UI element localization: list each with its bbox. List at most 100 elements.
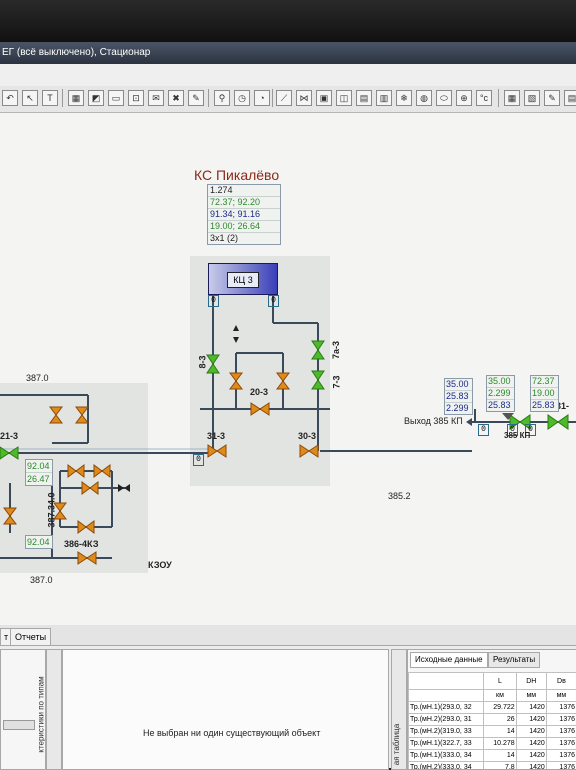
tab-source-data[interactable]: Исходные данные [410,652,488,668]
valve-tool-icon[interactable]: ⋈ [296,90,312,106]
pipe-preview-icon [3,720,35,730]
table-row[interactable]: Тр.(мН.2)(319.0, 33 14 1420 1376 [409,726,576,738]
unit-cell: мм [516,690,546,702]
grid-icon[interactable]: ▦ [68,90,84,106]
toolbar-separator [62,89,63,107]
valve-label-7-3: 7-3 [332,375,342,388]
param-2: 91.34; 91.16 [208,208,280,220]
tab-results[interactable]: Результаты [488,652,540,668]
row-name-cell: Тр.(мН.2)(319.0, 33 [409,726,484,738]
timer-icon[interactable]: ◔ [254,90,270,106]
zero-marker: 0 [193,454,204,466]
compressor-shop[interactable]: КЦ 3 [208,263,278,295]
valve-label-8-3: 8-3 [198,355,208,368]
chart-icon[interactable]: ▧ [524,90,540,106]
header-cell [409,673,484,690]
mail-icon[interactable]: ✉ [148,90,164,106]
left-value-box-2: 92.04 [25,535,53,549]
row-name-cell: Тр.(мН.2)(293.0, 31 [409,714,484,726]
rb1-v2: 25.83 [445,390,472,402]
window-title: ЕГ (всё выключено), Стационар [0,47,150,58]
pipette-icon[interactable]: ⚲ [214,90,230,106]
right-value-box-1: 35.00 25.83 2.299 [444,378,473,415]
clock-icon[interactable]: ◷ [234,90,250,106]
object-panel: Не выбран ни один существующий объект [62,649,389,770]
row-length-cell: 29.722 [484,702,516,714]
row-dn-cell: 1420 [516,738,546,750]
temperature-icon[interactable]: °c [476,90,492,106]
node-tool-icon[interactable]: ◫ [336,90,352,106]
row-dv-cell: 1376 [546,738,576,750]
text-tool-icon[interactable]: T [42,90,58,106]
row-dn-cell: 1420 [516,726,546,738]
undo-icon[interactable]: ↶ [2,90,18,106]
shop-label: КЦ 3 [227,272,259,288]
rb3-v2: 19.00 [531,387,558,399]
row-dn-cell: 1420 [516,702,546,714]
left-value-c: 92.04 [26,536,52,548]
table-row[interactable]: Тр.(мН.1)(293.0, 32 29.722 1420 1376 [409,702,576,714]
toolbar-separator [498,89,499,107]
row-length-cell: 7.8 [484,762,516,770]
rb1-v1: 35.00 [445,379,472,390]
rb1-v3: 2.299 [445,402,472,414]
edit-green-icon[interactable]: ✎ [544,90,560,106]
table-row[interactable]: Тр.(мН.1)(322.7, 33 10.278 1420 1376 [409,738,576,750]
unit-cell [409,690,484,702]
tab-reports[interactable]: Отчеты [10,628,51,646]
level-387-top: 387.0 [26,373,49,383]
row-dn-cell: 1420 [516,750,546,762]
header-cell: L [484,673,516,690]
param-pressure: 1.274 [208,185,280,196]
layers-icon[interactable]: ▤ [564,90,576,106]
param-1: 72.37; 92.20 [208,196,280,208]
cursor-icon[interactable]: ↖ [22,90,38,106]
source-tool-icon[interactable]: ▤ [356,90,372,106]
valve-label-30-3: 30-3 [298,431,316,441]
compressor-tool-icon[interactable]: ▣ [316,90,332,106]
rb2-v1: 35.00 [487,376,514,387]
pipe-tool-icon[interactable]: ⟋ [276,90,292,106]
schematic-canvas[interactable]: КС Пикалёво 1.274 72.37; 92.20 91.34; 91… [0,113,576,625]
sink-tool-icon[interactable]: ▥ [376,90,392,106]
object-icon[interactable]: ▭ [108,90,124,106]
link-icon[interactable]: ⊡ [128,90,144,106]
monitor-bezel [0,0,576,42]
rb2-v2: 2.299 [487,387,514,399]
cooler-tool-icon[interactable]: ❄ [396,90,412,106]
left-value-b: 26.47 [26,472,52,485]
row-length-cell: 14 [484,726,516,738]
unit-cell: мм [546,690,576,702]
valve-label-385-kp: 385 КП [504,431,530,440]
row-length-cell: 14 [484,750,516,762]
left-value-a: 92.04 [26,460,52,472]
exit-label: Выход 385 КП [404,416,463,426]
exit-arrow-icon [466,418,472,426]
table-row[interactable]: Тр.(мН.2)(333.0, 34 7.8 1420 1376 [409,762,576,770]
row-name-cell: Тр.(мН.1)(293.0, 32 [409,702,484,714]
valve-label-21-3: 21-3 [0,431,18,441]
regulator-tool-icon[interactable]: ⊕ [456,90,472,106]
area-label: КЗОУ [148,560,172,570]
row-length-cell: 10.278 [484,738,516,750]
delete-icon[interactable]: ✖ [168,90,184,106]
side-tab[interactable]: ктеристики по типам [46,649,62,770]
table-row[interactable]: Тр.(мН.1)(333.0, 34 14 1420 1376 [409,750,576,762]
header-cell: DН [516,673,546,690]
right-side-tab[interactable]: ая таблица [391,649,407,770]
pen-icon[interactable]: ✎ [188,90,204,106]
table-row[interactable]: Тр.(мН.2)(293.0, 31 26 1420 1376 [409,714,576,726]
heater-tool-icon[interactable]: ◍ [416,90,432,106]
results-table: L DН Dв км мм мм Тр.(мН.1)(293.0, 32 29.… [408,672,576,770]
table-icon[interactable]: ▦ [504,90,520,106]
right-side-tab-label: ая таблица [392,724,401,765]
param-3: 19.00; 26.64 [208,220,280,232]
tank-tool-icon[interactable]: ⬭ [436,90,452,106]
toolbar-separator [208,89,209,107]
select-tool-icon[interactable]: ◩ [88,90,104,106]
toolbar-separator [272,89,273,107]
row-dv-cell: 1376 [546,714,576,726]
zero-marker: 0 [478,424,489,436]
level-385: 385.2 [388,491,411,501]
zero-marker: 0 [208,295,219,307]
